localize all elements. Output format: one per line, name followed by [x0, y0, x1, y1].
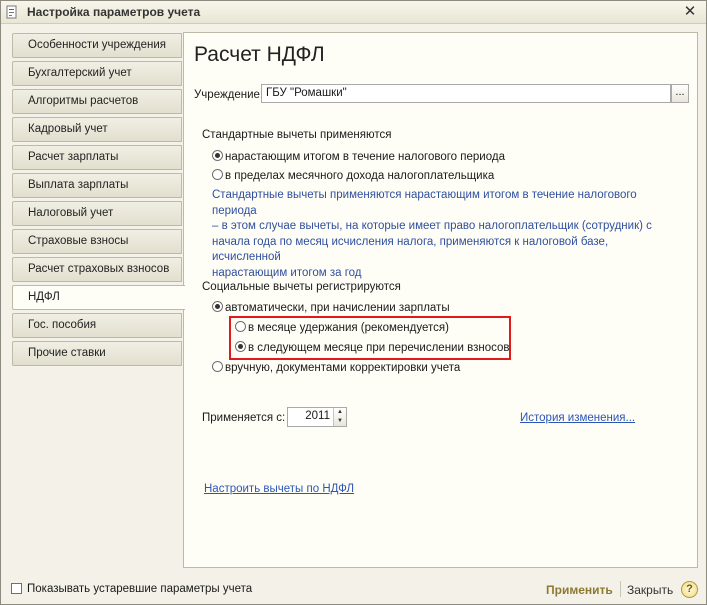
document-icon	[6, 5, 17, 19]
tab-tax-accounting[interactable]: Налоговый учет	[12, 201, 182, 226]
radio-unchecked-icon	[212, 361, 223, 373]
radio-checked-icon	[212, 150, 223, 162]
radio-manual[interactable]: вручную, документами корректировки учета	[212, 360, 460, 376]
apply-button[interactable]: Применить	[546, 583, 613, 597]
tab-accounting[interactable]: Бухгалтерский учет	[12, 61, 182, 86]
social-deductions-title: Социальные вычеты регистрируются	[202, 281, 401, 293]
tab-state-benefits[interactable]: Гос. пособия	[12, 313, 182, 338]
close-button[interactable]: Закрыть	[627, 583, 673, 597]
institution-select-button[interactable]: ...	[671, 84, 689, 103]
tab-ndfl[interactable]: НДФЛ	[12, 285, 185, 310]
ndfl-panel: Расчет НДФЛ Учреждение: ГБУ "Ромашки" ..…	[183, 32, 698, 568]
standard-deductions-info: Стандартные вычеты применяются нарастающ…	[212, 189, 652, 279]
window-title: Настройка параметров учета	[27, 5, 201, 19]
radio-monthly-income[interactable]: в пределах месячного дохода налогоплател…	[212, 168, 494, 184]
settings-window: Настройка параметров учета ✕ Особенности…	[0, 0, 707, 605]
institution-field[interactable]: ГБУ "Ромашки"	[261, 84, 671, 103]
page-title: Расчет НДФЛ	[194, 43, 325, 66]
year-value: 2011	[305, 410, 330, 422]
radio-automatic[interactable]: автоматически, при начислении зарплаты	[212, 300, 450, 316]
title-bar: Настройка параметров учета ✕	[1, 1, 706, 24]
tab-hr-accounting[interactable]: Кадровый учет	[12, 117, 182, 142]
institution-label: Учреждение:	[194, 89, 264, 101]
tab-salary-payment[interactable]: Выплата зарплаты	[12, 173, 182, 198]
show-obsolete-label: Показывать устаревшие параметры учета	[27, 583, 253, 595]
standard-deductions-title: Стандартные вычеты применяются	[202, 129, 392, 141]
footer-divider	[620, 581, 621, 597]
tab-insurance-calculation[interactable]: Расчет страховых взносов	[12, 257, 182, 282]
radio-unchecked-icon	[212, 169, 223, 181]
highlight-annotation	[229, 316, 511, 360]
tab-salary-calculation[interactable]: Расчет зарплаты	[12, 145, 182, 170]
help-icon[interactable]: ?	[681, 581, 698, 598]
radio-checked-icon	[212, 301, 223, 313]
tab-institution-features[interactable]: Особенности учреждения	[12, 33, 182, 58]
applies-from-label: Применяется с:	[202, 412, 286, 424]
radio-cumulative[interactable]: нарастающим итогом в течение налогового …	[212, 149, 505, 165]
tab-other-rates[interactable]: Прочие ставки	[12, 341, 182, 366]
history-link[interactable]: История изменения...	[520, 412, 635, 424]
tab-insurance-contributions[interactable]: Страховые взносы	[12, 229, 182, 254]
spin-arrows-icon[interactable]: ▲ ▼	[333, 408, 346, 426]
tab-calculation-algorithms[interactable]: Алгоритмы расчетов	[12, 89, 182, 114]
close-icon[interactable]: ✕	[682, 3, 698, 20]
configure-deductions-link[interactable]: Настроить вычеты по НДФЛ	[204, 483, 354, 495]
year-stepper[interactable]: 2011 ▲ ▼	[287, 407, 347, 427]
show-obsolete-checkbox[interactable]	[11, 583, 22, 594]
